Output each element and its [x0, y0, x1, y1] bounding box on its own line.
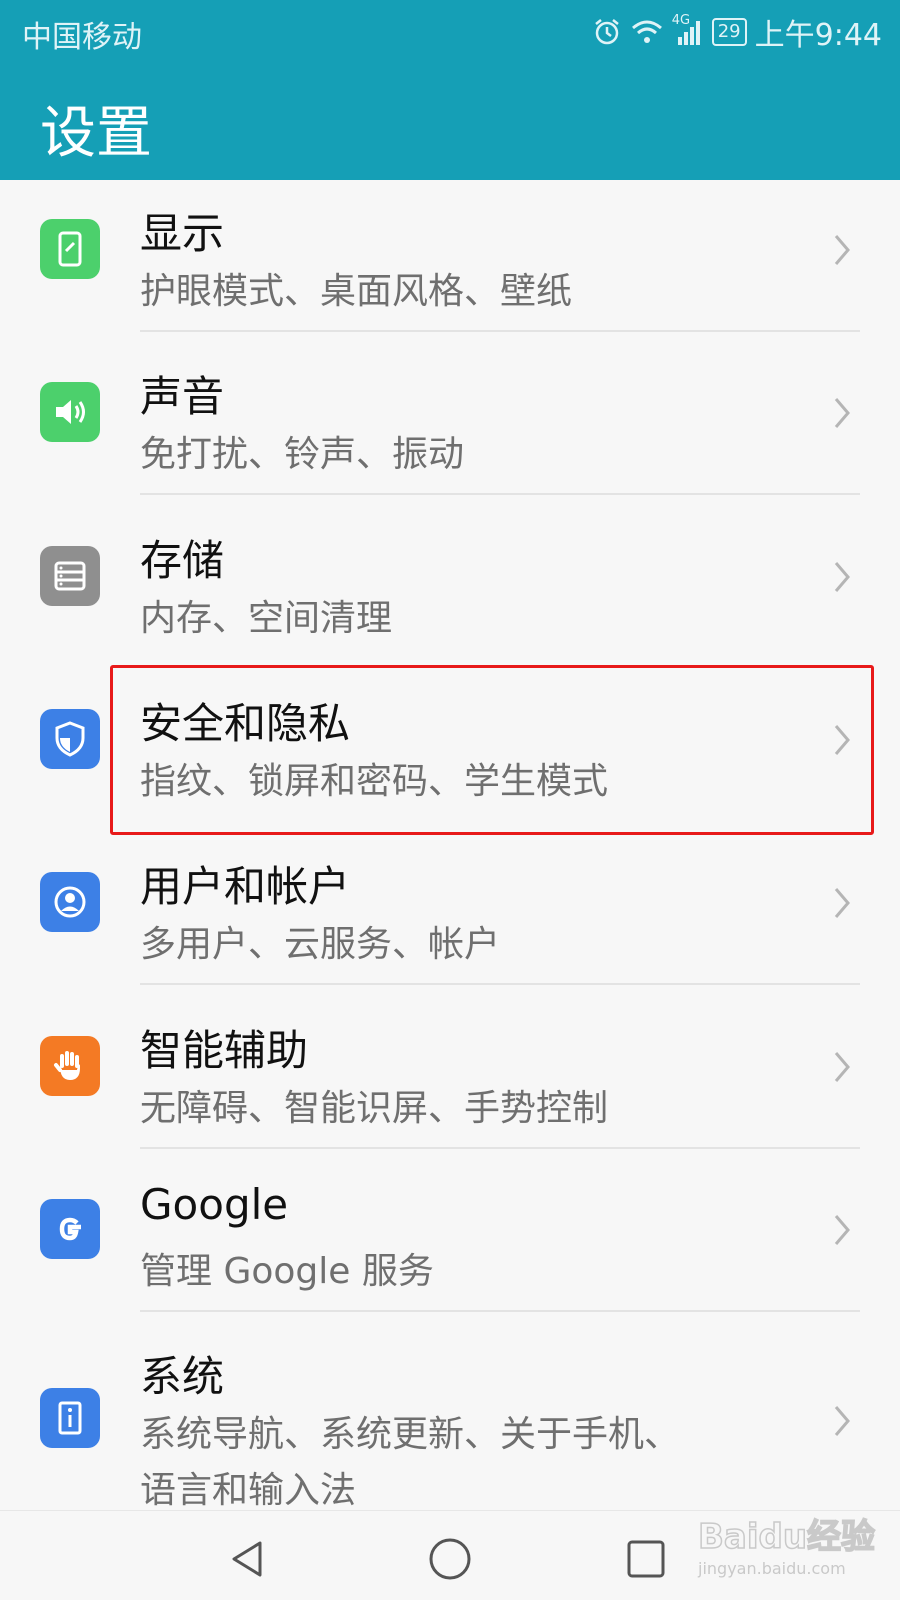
- chevron-right-icon: [834, 725, 850, 755]
- app-bar: 设置: [0, 62, 900, 180]
- settings-item-google[interactable]: Google 管理 Google 服务: [0, 1160, 900, 1327]
- carrier-label: 中国移动: [22, 20, 142, 55]
- system-icon: [40, 1388, 100, 1448]
- settings-item-subtitle: 免打扰、铃声、振动: [140, 434, 465, 475]
- chevron-right-icon: [834, 398, 850, 428]
- chevron-right-icon: [834, 1215, 850, 1245]
- wifi-icon: [630, 17, 664, 47]
- storage-icon: [40, 546, 100, 606]
- network-type-label: 4G: [671, 13, 691, 28]
- divider: [140, 983, 860, 985]
- settings-item-subtitle: 内存、空间清理: [140, 598, 393, 639]
- status-bar: 中国移动 4G 29 上午9:44: [0, 0, 900, 62]
- signal-icon: 4G: [672, 13, 704, 47]
- divider: [140, 493, 860, 495]
- settings-item-title: 安全和隐私: [140, 699, 351, 748]
- home-icon[interactable]: [422, 1531, 478, 1587]
- chevron-right-icon: [834, 235, 850, 265]
- settings-item-title: 系统: [140, 1352, 225, 1401]
- settings-item-system[interactable]: 系统 系统导航、系统更新、关于手机、 语言和输入法: [0, 1323, 900, 1510]
- settings-item-assist[interactable]: 智能辅助 无障碍、智能识屏、手势控制: [0, 997, 900, 1164]
- chevron-right-icon: [834, 562, 850, 592]
- alarm-icon: [592, 17, 622, 47]
- sound-icon: [40, 382, 100, 442]
- settings-item-subtitle: 多用户、云服务、帐户: [140, 924, 501, 965]
- divider: [140, 1310, 860, 1312]
- back-icon[interactable]: [220, 1531, 276, 1587]
- page-title: 设置: [40, 101, 152, 166]
- hand-icon: [40, 1036, 100, 1096]
- chevron-right-icon: [834, 888, 850, 918]
- settings-item-subtitle-line2: 语言和输入法: [140, 1470, 357, 1510]
- battery-icon: 29: [711, 18, 747, 46]
- recents-icon[interactable]: [618, 1531, 674, 1587]
- watermark-url: jingyan.baidu.com: [697, 1559, 846, 1578]
- divider: [140, 330, 860, 332]
- battery-level: 29: [717, 21, 741, 42]
- settings-item-title: 显示: [140, 209, 225, 258]
- settings-item-title: Google: [140, 1180, 289, 1229]
- settings-item-subtitle: 指纹、锁屏和密码、学生模式: [140, 761, 609, 802]
- settings-item-subtitle: 无障碍、智能识屏、手势控制: [140, 1088, 609, 1129]
- status-icons: 4G 29 上午9:44: [592, 10, 882, 54]
- settings-item-subtitle: 系统导航、系统更新、关于手机、: [140, 1414, 681, 1455]
- divider: [140, 1147, 860, 1149]
- settings-item-sound[interactable]: 声音 免打扰、铃声、振动: [0, 343, 900, 510]
- settings-item-security[interactable]: 安全和隐私 指纹、锁屏和密码、学生模式: [0, 670, 900, 837]
- settings-item-title: 声音: [140, 372, 225, 421]
- chevron-right-icon: [834, 1052, 850, 1082]
- settings-item-storage[interactable]: 存储 内存、空间清理: [0, 507, 900, 674]
- settings-item-title: 用户和帐户: [140, 862, 351, 911]
- status-time: 上午9:44: [754, 18, 882, 53]
- settings-item-title: 存储: [140, 536, 225, 585]
- google-icon: [40, 1199, 100, 1259]
- settings-list[interactable]: 显示 护眼模式、桌面风格、壁纸 声音 免打扰、铃声、振动 存储 内存、空间清理 …: [0, 180, 900, 1510]
- chevron-right-icon: [834, 1406, 850, 1436]
- settings-item-subtitle: 管理 Google 服务: [140, 1251, 434, 1292]
- settings-item-subtitle: 护眼模式、桌面风格、壁纸: [140, 271, 573, 312]
- baidu-logo-icon: Baidu经验 jingyan.baidu.com: [697, 1516, 876, 1578]
- settings-item-users[interactable]: 用户和帐户 多用户、云服务、帐户: [0, 833, 900, 1000]
- watermark-text: Baidu经验: [698, 1517, 875, 1557]
- baidu-watermark: Baidu经验 jingyan.baidu.com: [690, 1500, 890, 1590]
- settings-item-display[interactable]: 显示 护眼模式、桌面风格、壁纸: [0, 180, 900, 347]
- user-icon: [40, 872, 100, 932]
- shield-icon: [40, 709, 100, 769]
- settings-item-title: 智能辅助: [140, 1026, 309, 1075]
- display-icon: [40, 219, 100, 279]
